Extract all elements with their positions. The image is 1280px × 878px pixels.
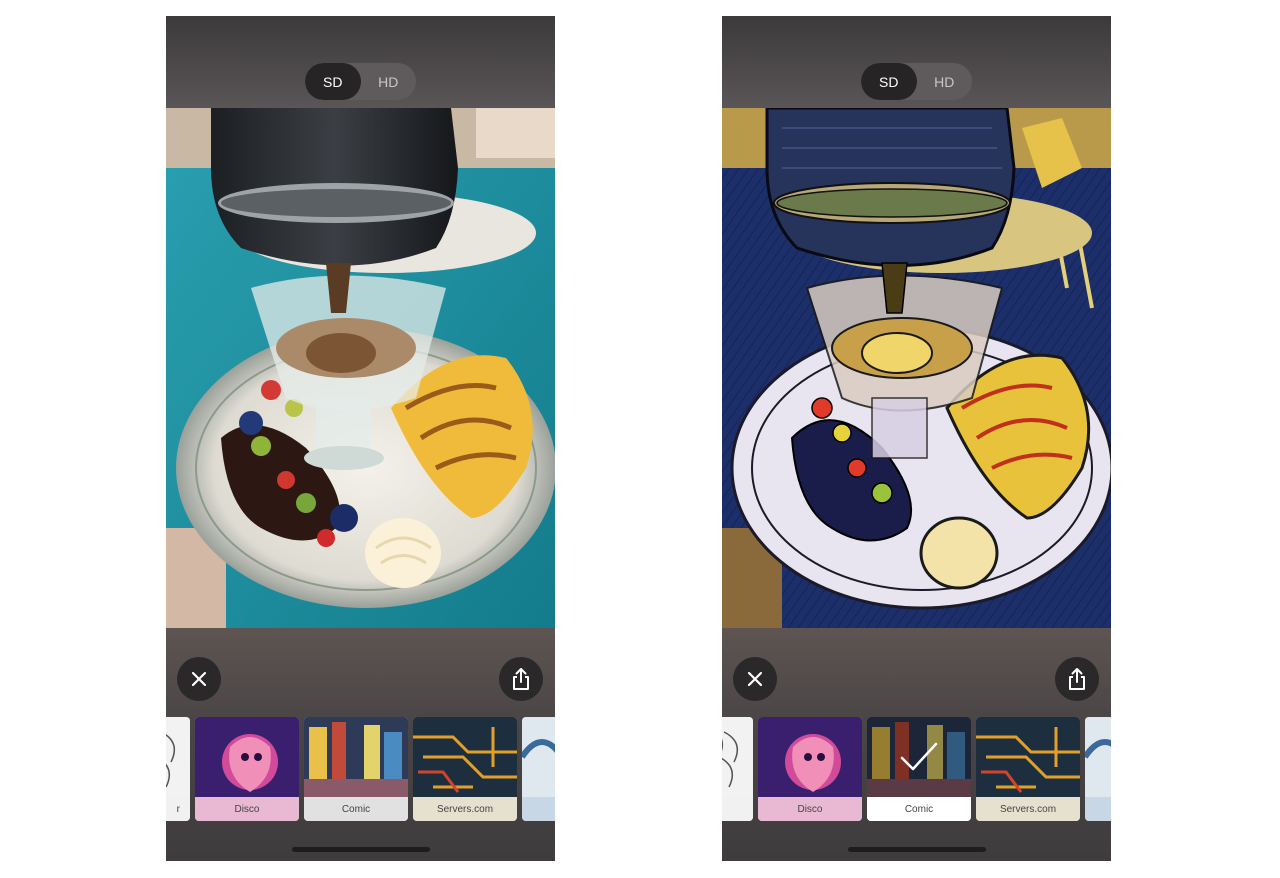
- filter-thumbnail-servers: [413, 717, 517, 797]
- quality-segmented-control[interactable]: SD HD: [305, 63, 416, 100]
- filter-thumbnail-disco: [195, 717, 299, 797]
- filter-label: [522, 797, 555, 821]
- hd-option[interactable]: HD: [361, 63, 417, 100]
- filter-label: Disco: [758, 797, 862, 821]
- top-bar: SD HD: [166, 16, 555, 108]
- hd-option[interactable]: HD: [917, 63, 973, 100]
- filter-tile-disco[interactable]: Disco: [195, 717, 299, 821]
- filter-tile[interactable]: [522, 717, 555, 821]
- phone-screen-filtered: SD HD Disco Comic Servers.com: [722, 16, 1111, 861]
- filter-tile-disco[interactable]: Disco: [758, 717, 862, 821]
- checkmark-icon: [900, 742, 938, 771]
- photo-preview: [166, 108, 555, 628]
- filter-strip[interactable]: r Disco: [722, 717, 1111, 823]
- close-button[interactable]: [177, 657, 221, 701]
- filter-label: r: [166, 797, 190, 821]
- selected-overlay: [867, 717, 971, 797]
- bottom-panel: r Disco: [166, 628, 555, 861]
- sd-option[interactable]: SD: [305, 63, 361, 100]
- bottom-panel: r Disco: [722, 628, 1111, 861]
- filter-tile-servers[interactable]: Servers.com: [976, 717, 1080, 821]
- close-icon: [747, 671, 763, 687]
- filter-tile[interactable]: [1085, 717, 1111, 821]
- share-icon: [513, 668, 529, 690]
- filter-tile-servers[interactable]: Servers.com: [413, 717, 517, 821]
- close-icon: [191, 671, 207, 687]
- filter-tile[interactable]: r: [722, 717, 753, 821]
- home-indicator: [848, 847, 986, 852]
- close-button[interactable]: [733, 657, 777, 701]
- filter-tile-comic[interactable]: Comic: [304, 717, 408, 821]
- filter-thumbnail-disco: [758, 717, 862, 797]
- filter-thumbnail-wave: [1085, 717, 1111, 797]
- filter-label: [1085, 797, 1111, 821]
- filter-label: Servers.com: [976, 797, 1080, 821]
- top-bar: SD HD: [722, 16, 1111, 108]
- filter-label: r: [722, 797, 753, 821]
- filter-thumbnail-comic: [304, 717, 408, 797]
- filter-strip[interactable]: r Disco: [166, 717, 555, 823]
- quality-segmented-control[interactable]: SD HD: [861, 63, 972, 100]
- filter-label: Comic: [867, 797, 971, 821]
- filter-thumbnail-servers: [976, 717, 1080, 797]
- share-button[interactable]: [1055, 657, 1099, 701]
- filter-tile[interactable]: r: [166, 717, 190, 821]
- filter-thumbnail-sketch: [722, 717, 753, 797]
- filter-label: Comic: [304, 797, 408, 821]
- photo-original: [166, 108, 555, 628]
- filter-label: Servers.com: [413, 797, 517, 821]
- sd-option[interactable]: SD: [861, 63, 917, 100]
- filter-tile-comic-selected[interactable]: Comic: [867, 717, 971, 821]
- share-button[interactable]: [499, 657, 543, 701]
- filter-thumbnail-sketch: [166, 717, 190, 797]
- filter-label: Disco: [195, 797, 299, 821]
- phone-screen-original: SD HD r Disco Comic Servers.com: [166, 16, 555, 861]
- home-indicator: [292, 847, 430, 852]
- photo-comic-filtered: [722, 108, 1111, 628]
- filter-thumbnail-wave: [522, 717, 555, 797]
- photo-preview: [722, 108, 1111, 628]
- share-icon: [1069, 668, 1085, 690]
